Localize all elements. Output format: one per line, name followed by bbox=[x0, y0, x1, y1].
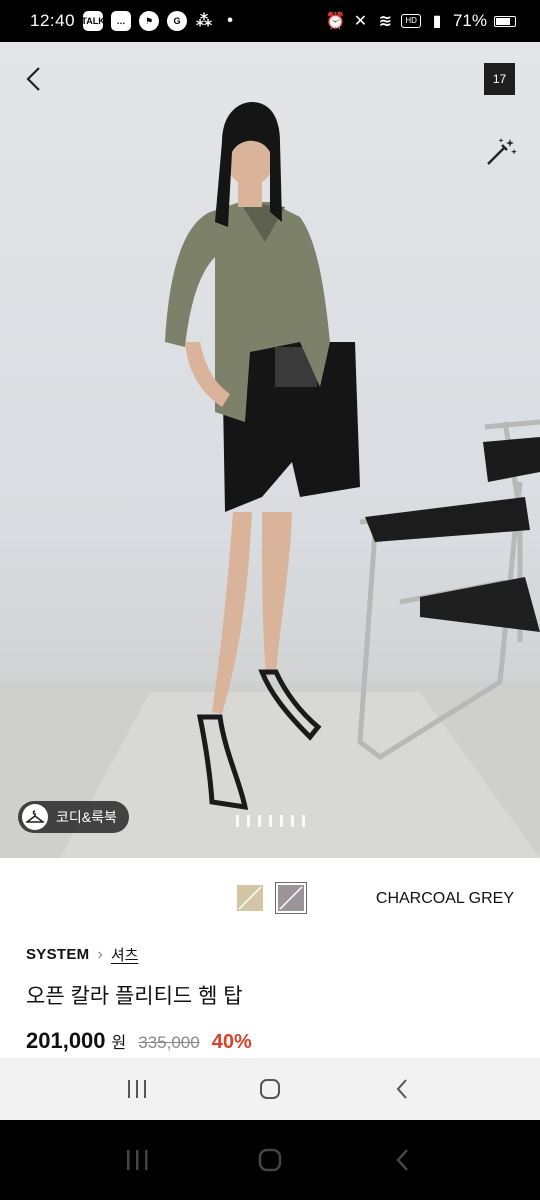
delivery-notification-icon: ⚑ bbox=[139, 11, 160, 31]
product-image-gallery[interactable]: 17 코디&룩북 bbox=[0, 42, 540, 858]
recent-apps-icon bbox=[127, 1080, 146, 1098]
alarm-icon: ⏰ bbox=[325, 13, 346, 30]
swatch-beige[interactable] bbox=[237, 885, 263, 911]
breadcrumb: SYSTEM › 셔츠 bbox=[26, 944, 138, 965]
product-photo bbox=[0, 102, 540, 858]
back-icon bbox=[396, 1149, 409, 1171]
sale-price: 201,000 bbox=[26, 1028, 106, 1053]
system-back-button[interactable] bbox=[383, 1140, 423, 1180]
product-title: 오픈 칼라 플리티드 헴 탑 bbox=[26, 985, 243, 1008]
message-notification-icon: … bbox=[111, 11, 132, 31]
back-button[interactable] bbox=[20, 64, 50, 94]
home-icon bbox=[258, 1148, 282, 1172]
page-dot bbox=[236, 815, 239, 827]
page-dot bbox=[247, 815, 250, 827]
page-dot bbox=[291, 815, 294, 827]
app-navigation-bar bbox=[0, 1058, 540, 1120]
discount-rate: 40% bbox=[211, 1031, 252, 1053]
page-dot bbox=[302, 815, 305, 827]
recent-apps-icon bbox=[126, 1150, 148, 1170]
battery-icon bbox=[494, 15, 516, 27]
talk-notification-icon: TALK bbox=[81, 11, 105, 31]
page-dot bbox=[280, 815, 283, 827]
hd-voice-badge: HD bbox=[401, 14, 421, 28]
app-notification-icon: ⁂ bbox=[195, 13, 213, 30]
coordi-label: 코디&룩북 bbox=[56, 809, 117, 825]
system-recent-apps-button[interactable] bbox=[117, 1140, 157, 1180]
brand-link[interactable]: SYSTEM bbox=[26, 946, 89, 963]
chevron-left-icon bbox=[26, 67, 40, 91]
more-notifications-icon: • bbox=[227, 12, 233, 29]
hanger-icon bbox=[22, 804, 48, 830]
back-icon bbox=[396, 1079, 408, 1099]
original-price: 335,000 bbox=[138, 1033, 200, 1052]
page-dot bbox=[269, 815, 272, 827]
recent-apps-button[interactable] bbox=[117, 1069, 157, 1109]
magic-search-button[interactable] bbox=[482, 136, 518, 168]
system-home-button[interactable] bbox=[250, 1140, 290, 1180]
image-count-badge[interactable]: 17 bbox=[484, 63, 515, 95]
google-notification-icon: G bbox=[167, 11, 188, 31]
back-nav-button[interactable] bbox=[383, 1069, 423, 1109]
color-swatches bbox=[237, 883, 306, 913]
status-bar: 12:40 TALK … ⚑ G ⁂ • ⏰ ✕ ≋ HD ▮ 71% bbox=[0, 0, 540, 42]
magic-wand-icon bbox=[487, 138, 517, 165]
system-navigation-bar bbox=[0, 1120, 540, 1200]
wifi-icon: ≋ bbox=[378, 13, 393, 30]
selected-color-name: CHARCOAL GREY bbox=[375, 890, 514, 907]
gallery-page-indicator bbox=[236, 815, 305, 827]
price-row: 201,000 원 335,000 40% bbox=[26, 1028, 252, 1054]
product-info: CHARCOAL GREY SYSTEM › 셔츠 오픈 칼라 플리티드 헴 탑… bbox=[0, 858, 540, 1058]
price-unit: 원 bbox=[111, 1035, 127, 1052]
status-time: 12:40 bbox=[30, 11, 76, 30]
page-dot bbox=[258, 815, 261, 827]
home-button[interactable] bbox=[250, 1069, 290, 1109]
signal-icon: ▮ bbox=[432, 13, 442, 30]
mute-icon: ✕ bbox=[353, 13, 368, 30]
home-icon bbox=[259, 1079, 280, 1099]
coordi-lookbook-button[interactable]: 코디&룩북 bbox=[18, 801, 129, 833]
category-link[interactable]: 셔츠 bbox=[111, 944, 139, 965]
chevron-right-icon: › bbox=[97, 945, 103, 963]
swatch-charcoal-grey[interactable] bbox=[276, 883, 306, 913]
battery-percent: 71% bbox=[452, 11, 487, 30]
